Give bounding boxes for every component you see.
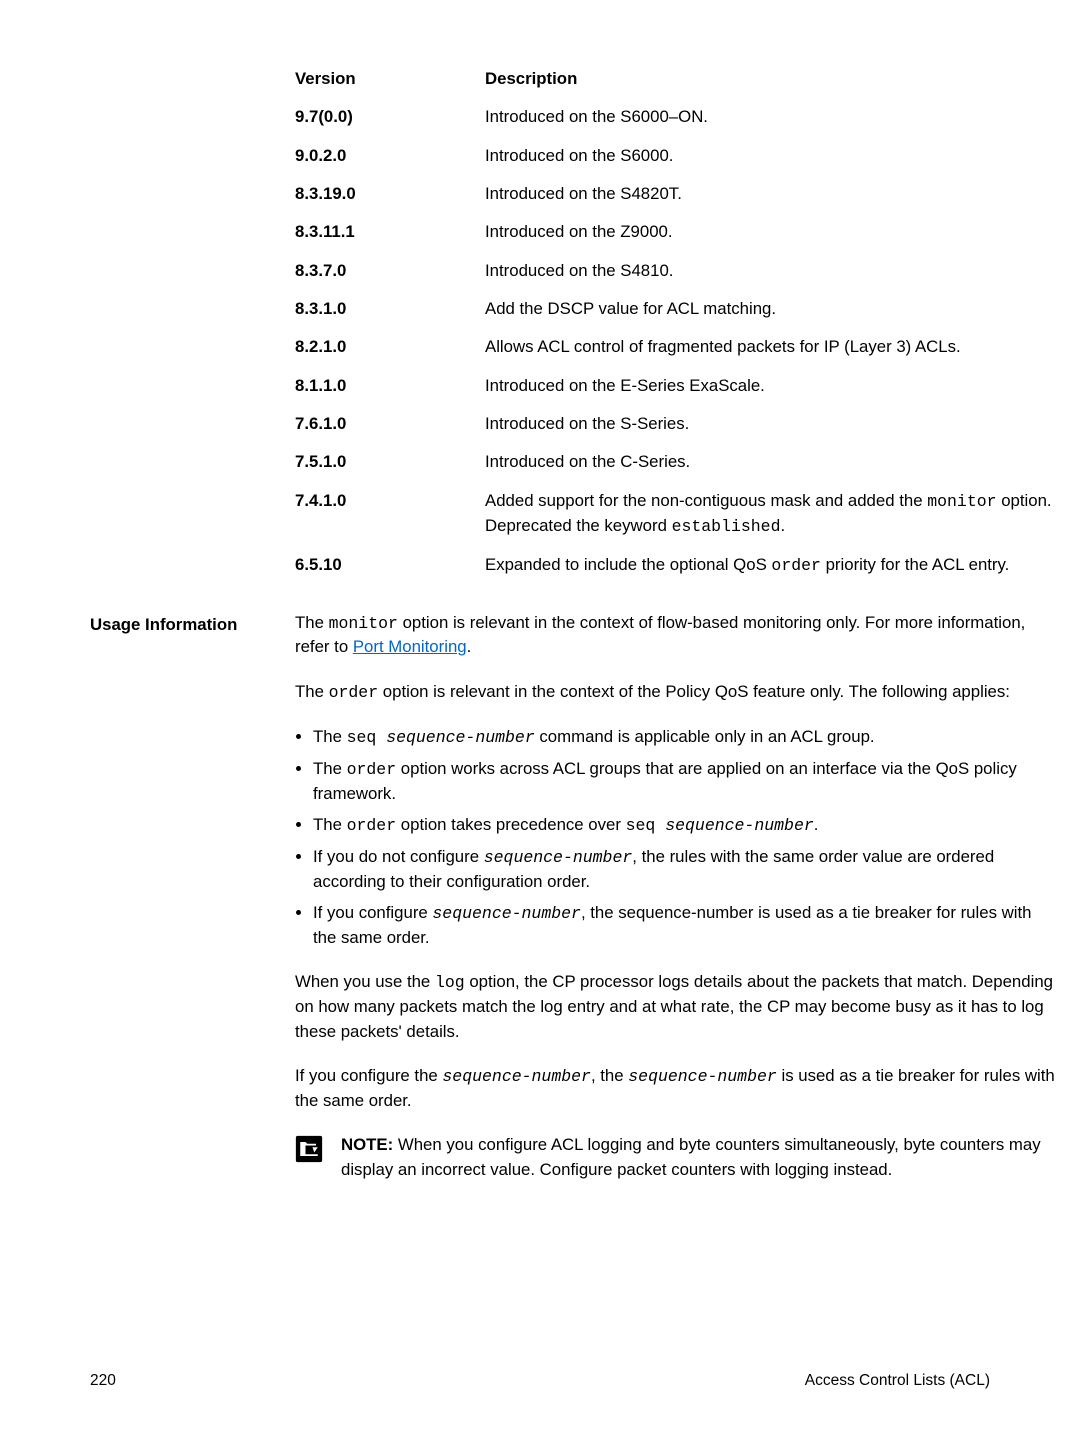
port-monitoring-link[interactable]: Port Monitoring: [353, 637, 467, 656]
description-cell: Added support for the non-contiguous mas…: [485, 482, 1055, 546]
description-cell: Introduced on the S6000–ON.: [485, 98, 1055, 136]
table-row: 9.7(0.0)Introduced on the S6000–ON.: [295, 98, 1055, 136]
list-item: The order option works across ACL groups…: [313, 757, 1055, 806]
description-cell: Introduced on the E-Series ExaScale.: [485, 367, 1055, 405]
header-description: Description: [485, 60, 1055, 98]
version-cell: 7.6.1.0: [295, 405, 485, 443]
usage-information-label: Usage Information: [90, 613, 255, 637]
note-text: NOTE: When you configure ACL logging and…: [341, 1133, 1055, 1182]
usage-para-monitor: The monitor option is relevant in the co…: [295, 611, 1055, 660]
description-cell: Allows ACL control of fragmented packets…: [485, 328, 1055, 366]
description-cell: Introduced on the Z9000.: [485, 213, 1055, 251]
version-cell: 9.7(0.0): [295, 98, 485, 136]
list-item: The seq sequence-number command is appli…: [313, 725, 1055, 750]
version-history-table: Version Description 9.7(0.0)Introduced o…: [295, 60, 1055, 585]
header-version: Version: [295, 60, 485, 98]
description-cell: Introduced on the C-Series.: [485, 443, 1055, 481]
description-cell: Add the DSCP value for ACL matching.: [485, 290, 1055, 328]
table-row: 8.3.7.0Introduced on the S4810.: [295, 252, 1055, 290]
version-cell: 8.3.11.1: [295, 213, 485, 251]
table-row: 8.1.1.0Introduced on the E-Series ExaSca…: [295, 367, 1055, 405]
table-row: 6.5.10 Expanded to include the optional …: [295, 546, 1055, 585]
version-cell: 6.5.10: [295, 546, 485, 585]
version-cell: 7.5.1.0: [295, 443, 485, 481]
version-cell: 8.3.7.0: [295, 252, 485, 290]
table-header: Version Description: [295, 60, 1055, 98]
description-cell: Introduced on the S6000.: [485, 137, 1055, 175]
version-cell: 9.0.2.0: [295, 137, 485, 175]
page-number: 220: [90, 1370, 116, 1392]
table-row: 7.5.1.0Introduced on the C-Series.: [295, 443, 1055, 481]
description-cell: Introduced on the S-Series.: [485, 405, 1055, 443]
usage-para-sequence: If you configure the sequence-number, th…: [295, 1064, 1055, 1113]
description-cell: Expanded to include the optional QoS ord…: [485, 546, 1055, 585]
version-cell: 7.4.1.0: [295, 482, 485, 546]
version-cell: 8.3.1.0: [295, 290, 485, 328]
usage-information-body: The monitor option is relevant in the co…: [295, 611, 1055, 1182]
list-item: The order option takes precedence over s…: [313, 813, 1055, 838]
usage-para-log: When you use the log option, the CP proc…: [295, 970, 1055, 1044]
list-item: If you configure sequence-number, the se…: [313, 901, 1055, 950]
table-row: 8.2.1.0Allows ACL control of fragmented …: [295, 328, 1055, 366]
usage-bullet-list: The seq sequence-number command is appli…: [313, 725, 1055, 951]
description-cell: Introduced on the S4820T.: [485, 175, 1055, 213]
table-row: 9.0.2.0Introduced on the S6000.: [295, 137, 1055, 175]
table-row: 7.6.1.0Introduced on the S-Series.: [295, 405, 1055, 443]
usage-para-order: The order option is relevant in the cont…: [295, 680, 1055, 705]
note-icon: [295, 1135, 323, 1163]
version-cell: 8.1.1.0: [295, 367, 485, 405]
version-cell: 8.2.1.0: [295, 328, 485, 366]
table-row: 7.4.1.0 Added support for the non-contig…: [295, 482, 1055, 546]
table-row: 8.3.1.0Add the DSCP value for ACL matchi…: [295, 290, 1055, 328]
table-row: 8.3.11.1Introduced on the Z9000.: [295, 213, 1055, 251]
footer-title: Access Control Lists (ACL): [805, 1370, 990, 1392]
page-footer: 220 Access Control Lists (ACL): [90, 1370, 990, 1392]
description-cell: Introduced on the S4810.: [485, 252, 1055, 290]
table-row: 8.3.19.0Introduced on the S4820T.: [295, 175, 1055, 213]
version-cell: 8.3.19.0: [295, 175, 485, 213]
list-item: If you do not configure sequence-number,…: [313, 845, 1055, 894]
note-block: NOTE: When you configure ACL logging and…: [295, 1133, 1055, 1182]
